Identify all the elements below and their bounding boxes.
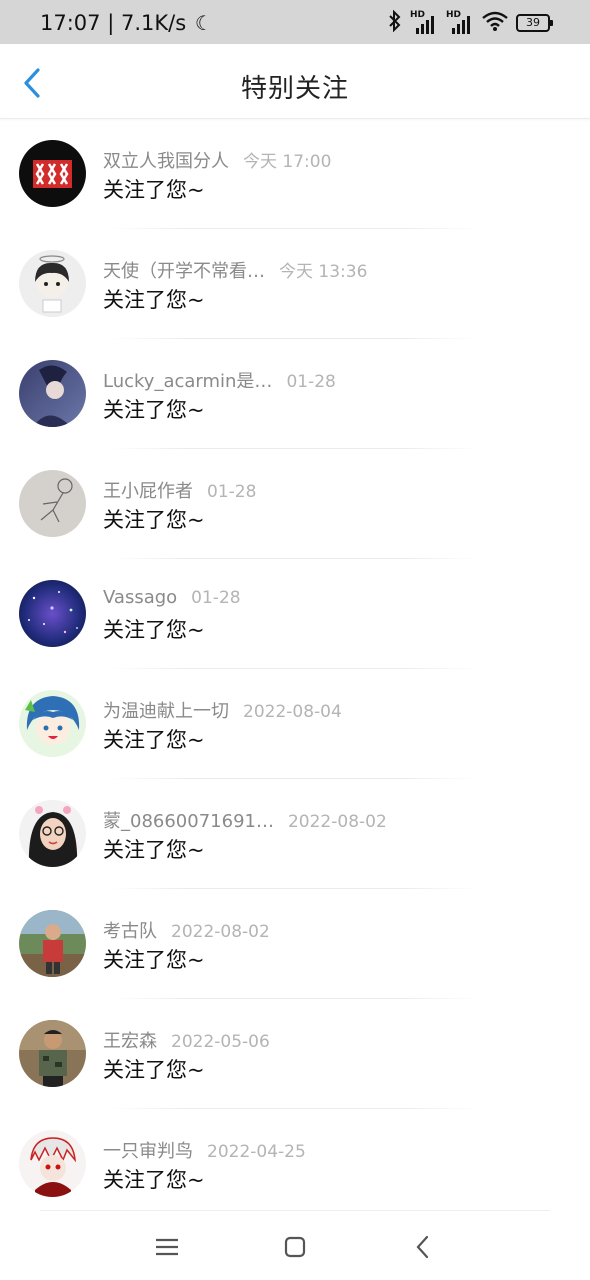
message-text: 关注了您~	[103, 1058, 205, 1082]
item-header: 为温迪献上一切 2022-08-04	[103, 697, 342, 723]
user-name[interactable]: 王小屁作者	[103, 481, 193, 502]
avatar[interactable]	[19, 140, 86, 207]
timestamp: 01-28	[207, 482, 257, 502]
item-header: 蒙_08660071691… 2022-08-02	[103, 807, 387, 833]
timestamp: 01-28	[191, 588, 241, 608]
page-title: 特别关注	[240, 74, 349, 104]
item-header: 双立人我国分人 今天 17:00	[103, 147, 331, 173]
timestamp: 今天 17:00	[243, 152, 332, 172]
wifi-icon	[482, 11, 508, 35]
timestamp: 2022-08-04	[243, 702, 342, 722]
timestamp: 01-28	[286, 372, 336, 392]
timestamp: 2022-08-02	[287, 812, 387, 832]
item-header: Lucky_acarmin是… 01-28	[103, 367, 336, 393]
follow-list: 双立人我国分人 今天 17:00 关注了您~ 天使（开学不常看… 今天 13:36 …	[0, 119, 590, 1219]
user-name[interactable]: 双立人我国分人	[103, 151, 229, 172]
timestamp: 2022-05-06	[171, 1032, 270, 1052]
list-item[interactable]: 双立人我国分人 今天 17:00 关注了您~	[0, 119, 590, 229]
list-item[interactable]: Vassago 01-28 关注了您~	[0, 559, 590, 669]
menu-icon[interactable]	[152, 1232, 182, 1262]
message-text: 关注了您~	[103, 838, 205, 862]
avatar[interactable]	[19, 470, 86, 537]
item-header: Vassago 01-28	[103, 587, 241, 608]
list-item[interactable]: 考古队 2022-08-02 关注了您~	[0, 889, 590, 999]
user-name[interactable]: Vassago	[103, 587, 177, 608]
user-name[interactable]: 天使（开学不常看…	[103, 261, 265, 282]
user-name[interactable]: Lucky_acarmin是…	[103, 371, 272, 392]
user-name[interactable]: 考古队	[103, 921, 157, 942]
avatar[interactable]	[19, 580, 86, 647]
item-header: 王小屁作者 01-28	[103, 477, 256, 503]
status-left: 17:07 | 7.1K/s ☾	[40, 11, 213, 35]
list-item[interactable]: 为温迪献上一切 2022-08-04 关注了您~	[0, 669, 590, 779]
avatar[interactable]	[19, 360, 86, 427]
avatar[interactable]	[19, 250, 86, 317]
message-text: 关注了您~	[103, 728, 205, 752]
bluetooth-icon	[388, 9, 402, 36]
message-text: 关注了您~	[103, 1168, 205, 1192]
list-item[interactable]: 天使（开学不常看… 今天 13:36 关注了您~	[0, 229, 590, 339]
user-name[interactable]: 一只审判鸟	[103, 1141, 193, 1162]
user-name[interactable]: 王宏森	[103, 1031, 157, 1052]
list-item[interactable]: Lucky_acarmin是… 01-28 关注了您~	[0, 339, 590, 449]
message-text: 关注了您~	[103, 618, 205, 642]
home-icon[interactable]	[280, 1232, 310, 1262]
list-item[interactable]: 王小屁作者 01-28 关注了您~	[0, 449, 590, 559]
timestamp: 2022-04-25	[207, 1142, 306, 1162]
network-speed: 7.1K/s	[120, 11, 187, 35]
timestamp: 2022-08-02	[171, 922, 270, 942]
message-text: 关注了您~	[103, 948, 205, 972]
battery-icon: 39	[516, 14, 553, 32]
message-text: 关注了您~	[103, 178, 205, 202]
status-icons: HD HD 39	[388, 9, 553, 36]
user-name[interactable]: 为温迪献上一切	[103, 701, 229, 722]
signal-icon: HD	[446, 10, 474, 34]
avatar[interactable]	[19, 1130, 86, 1197]
avatar[interactable]	[19, 910, 86, 977]
item-header: 一只审判鸟 2022-04-25	[103, 1137, 306, 1163]
item-header: 天使（开学不常看… 今天 13:36	[103, 257, 367, 283]
item-header: 王宏森 2022-05-06	[103, 1027, 270, 1053]
avatar[interactable]	[19, 1020, 86, 1087]
moon-icon: ☾	[194, 11, 213, 35]
item-header: 考古队 2022-08-02	[103, 917, 270, 943]
list-item[interactable]: 王宏森 2022-05-06 关注了您~	[0, 999, 590, 1109]
divider	[40, 1210, 550, 1211]
app-header: 特别关注	[0, 44, 590, 119]
list-item[interactable]: 一只审判鸟 2022-04-25 关注了您~	[0, 1109, 590, 1219]
message-text: 关注了您~	[103, 288, 205, 312]
clock: 17:07	[40, 11, 101, 35]
avatar[interactable]	[19, 690, 86, 757]
timestamp: 今天 13:36	[279, 262, 368, 282]
message-text: 关注了您~	[103, 398, 205, 422]
status-bar: 17:07 | 7.1K/s ☾ HD HD 39	[0, 0, 590, 44]
avatar[interactable]	[19, 800, 86, 867]
system-nav-bar	[0, 1210, 590, 1280]
signal-icon: HD	[410, 10, 438, 34]
user-name[interactable]: 蒙_08660071691…	[103, 811, 274, 832]
message-text: 关注了您~	[103, 508, 205, 532]
back-icon[interactable]	[408, 1232, 438, 1262]
list-item[interactable]: 蒙_08660071691… 2022-08-02 关注了您~	[0, 779, 590, 889]
